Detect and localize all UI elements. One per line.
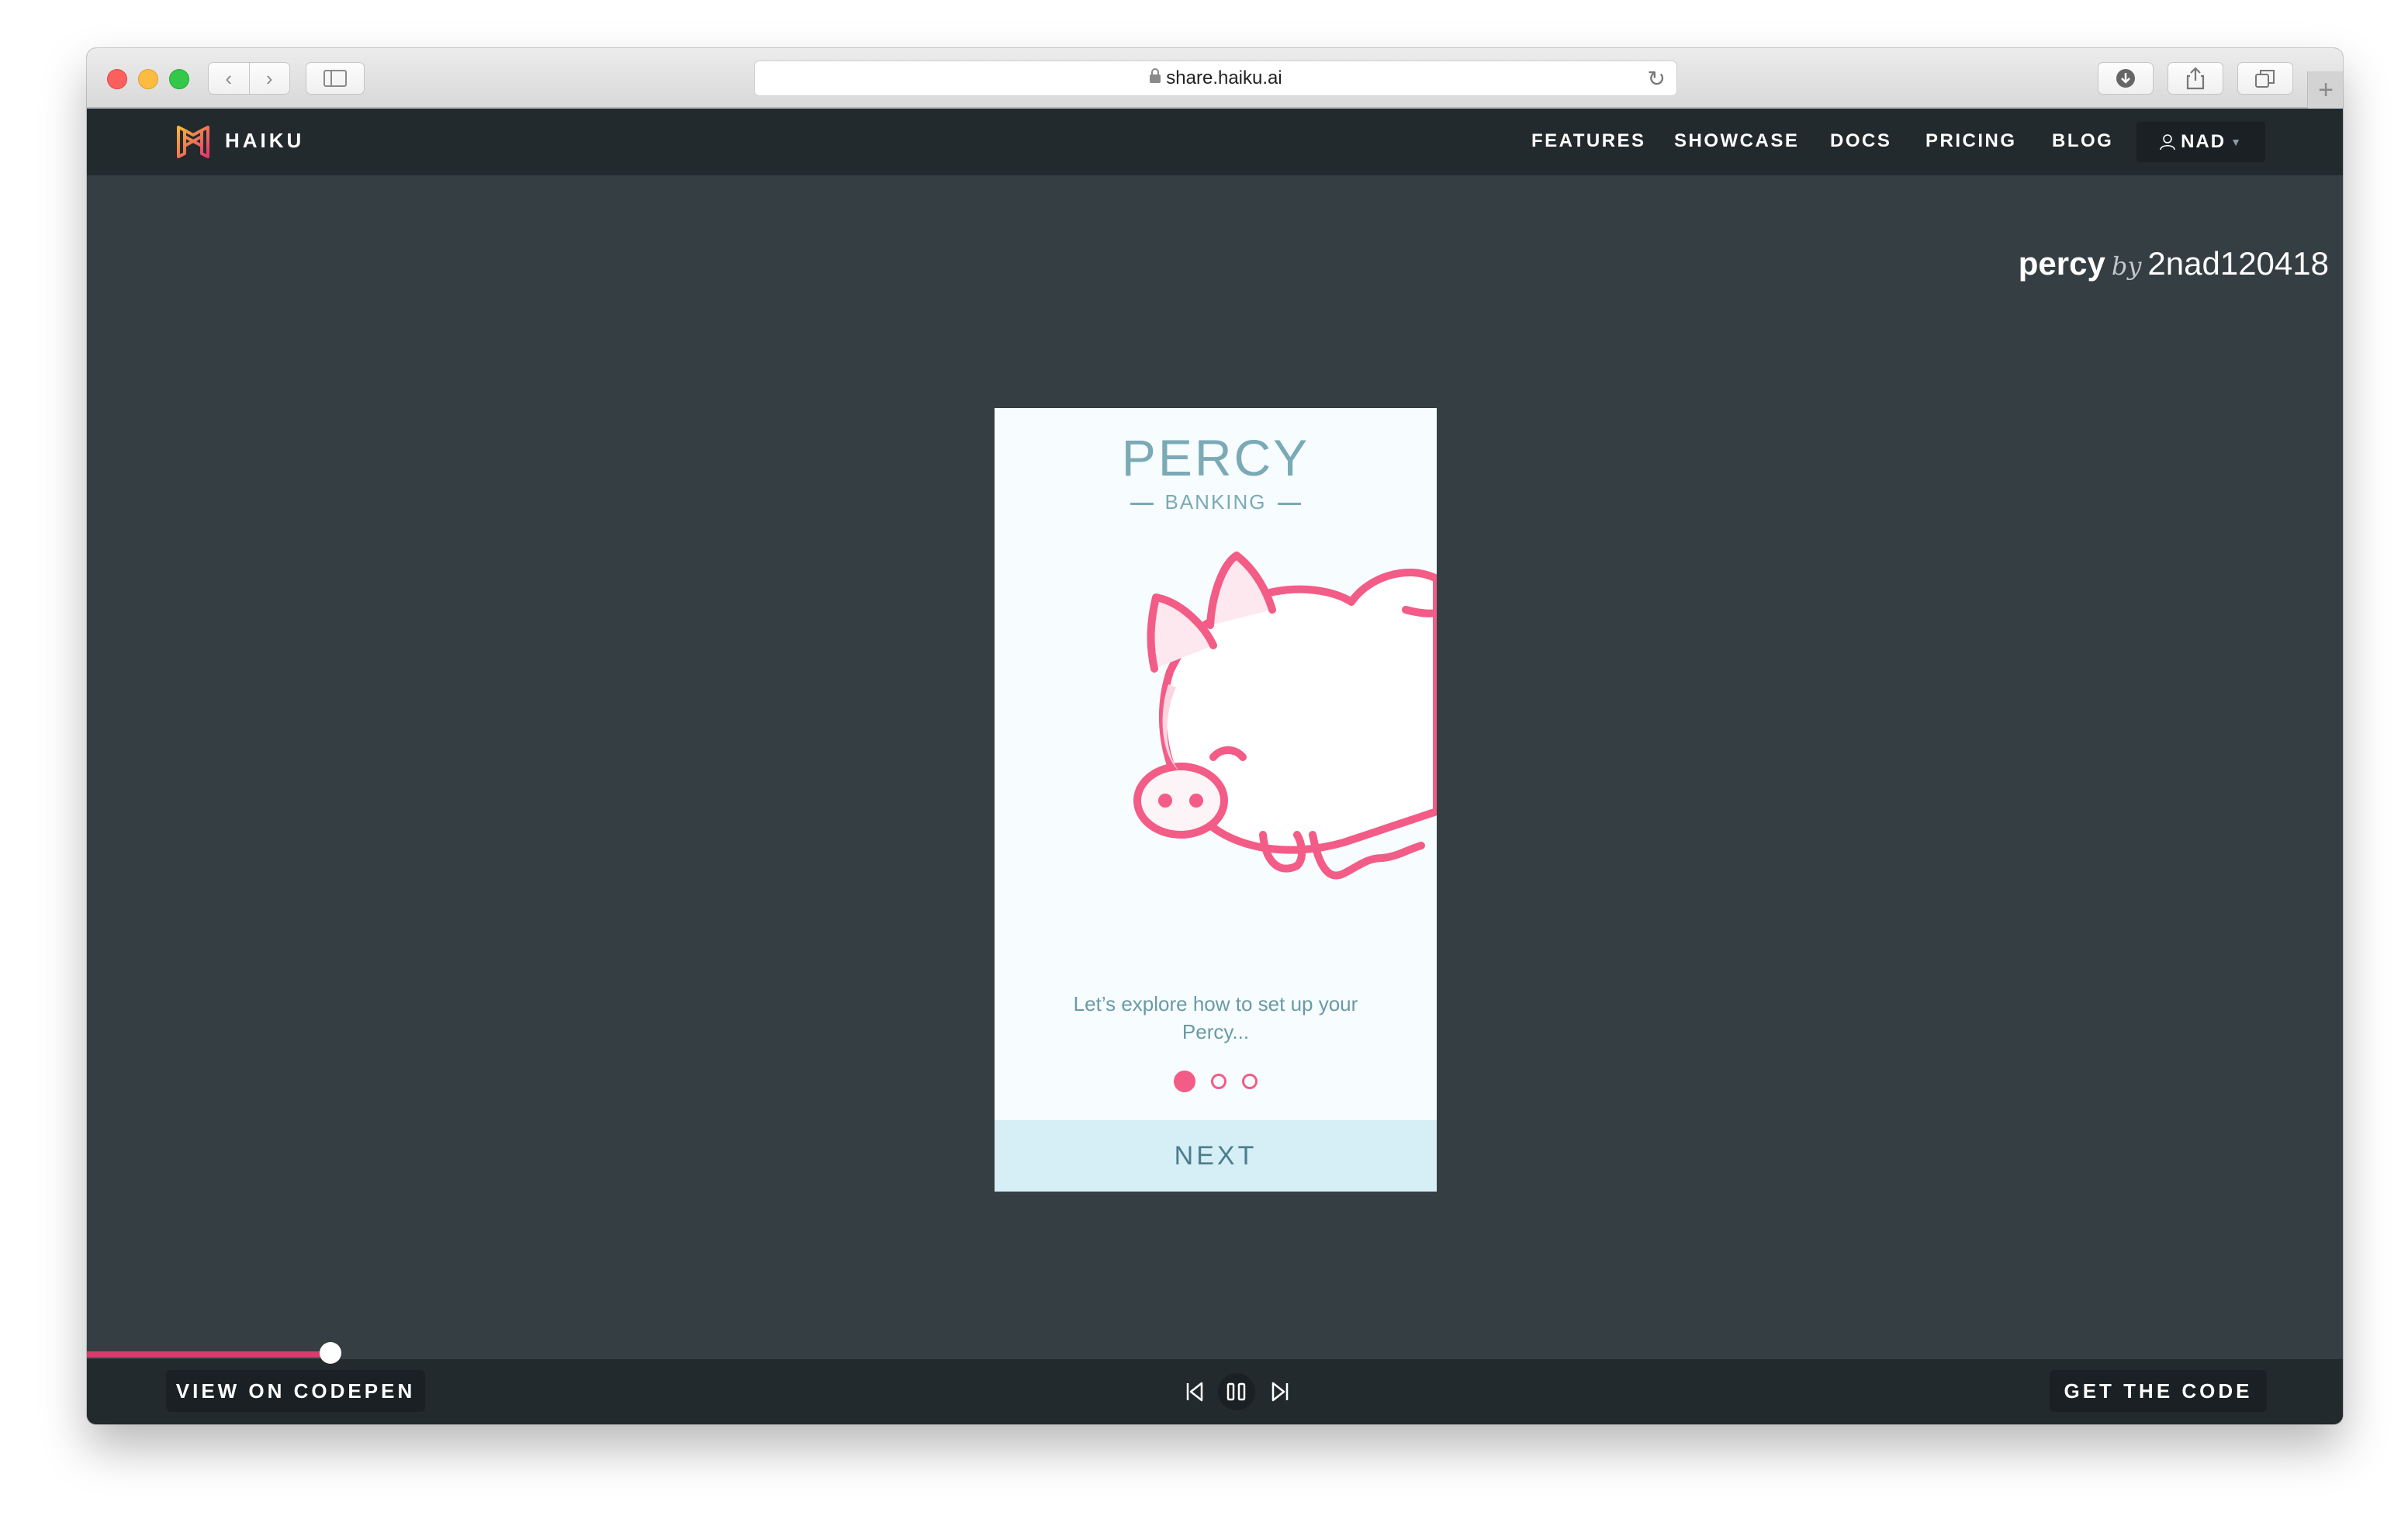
page-dot-active[interactable] [1174,1071,1195,1092]
browser-window: ‹ › share.haiku.ai ↻ + HAIKU FEATURES SH… [87,48,2343,1424]
onboarding-line-1: Let’s explore how to set up your [1073,992,1358,1015]
nav-blog[interactable]: BLOG [2052,130,2113,152]
zoom-window-button[interactable] [169,69,189,89]
user-menu-button[interactable]: NAD ▼ [2136,122,2265,162]
app-title: PERCY [1121,429,1310,486]
skip-forward-icon[interactable] [1265,1376,1296,1407]
user-icon [2160,134,2175,150]
browser-toolbar: ‹ › share.haiku.ai ↻ + [87,48,2343,109]
progress-fill [87,1351,330,1358]
chevron-right-icon[interactable]: › [249,67,289,91]
url-text: share.haiku.ai [1166,67,1282,88]
plus-icon[interactable]: + [2307,71,2343,109]
pig-illustration [1133,552,1437,880]
close-window-button[interactable] [107,69,127,89]
app-subtitle: BANKING [1164,490,1267,514]
skip-back-icon[interactable] [1179,1376,1210,1407]
chevron-left-icon[interactable]: ‹ [209,67,249,91]
player-bar [87,1359,2343,1424]
nav-features[interactable]: FEATURES [1531,130,1646,152]
credit-by: by [2111,251,2142,281]
nav-docs[interactable]: DOCS [1830,130,1891,152]
page-dot[interactable] [1211,1074,1226,1089]
onboarding-line-2: Percy... [1182,1020,1250,1043]
chevron-down-icon: ▼ [2230,136,2243,148]
sidebar-icon[interactable] [306,62,365,95]
view-on-codepen-button[interactable]: VIEW ON CODEPEN [166,1370,425,1412]
author-name[interactable]: 2nad120418 [2147,245,2329,282]
lock-icon [1149,68,1161,88]
onboarding-text: Let’s explore how to set up your Percy..… [1041,990,1390,1046]
project-credit: percy by 2nad120418 [1794,245,2329,282]
reload-icon[interactable]: ↻ [1648,66,1666,92]
page-indicator [995,1071,1437,1092]
user-name: NAD [2181,131,2226,152]
tabs-icon[interactable] [2237,62,2293,95]
next-button[interactable]: NEXT [995,1120,1437,1192]
address-bar[interactable]: share.haiku.ai ↻ [754,61,1677,96]
download-icon[interactable] [2098,62,2154,95]
app-subtitle-row: BANKING [995,490,1437,514]
history-nav: ‹ › [208,62,290,95]
project-name: percy [2018,245,2105,282]
nav-pricing[interactable]: PRICING [1925,130,2017,152]
get-the-code-button[interactable]: GET THE CODE [2050,1370,2267,1412]
animation-preview: PERCY BANKING Let’s explore how to set u… [995,408,1437,1192]
site-header: HAIKU FEATURES SHOWCASE DOCS PRICING BLO… [87,109,2343,175]
progress-handle[interactable] [320,1342,341,1364]
page-dot[interactable] [1242,1074,1258,1089]
nav-showcase[interactable]: SHOWCASE [1674,130,1799,152]
minimize-window-button[interactable] [138,69,158,89]
haiku-logo-icon[interactable] [174,123,213,161]
share-icon[interactable] [2168,62,2223,95]
brand-name[interactable]: HAIKU [225,129,304,153]
pause-icon[interactable] [1218,1373,1255,1410]
